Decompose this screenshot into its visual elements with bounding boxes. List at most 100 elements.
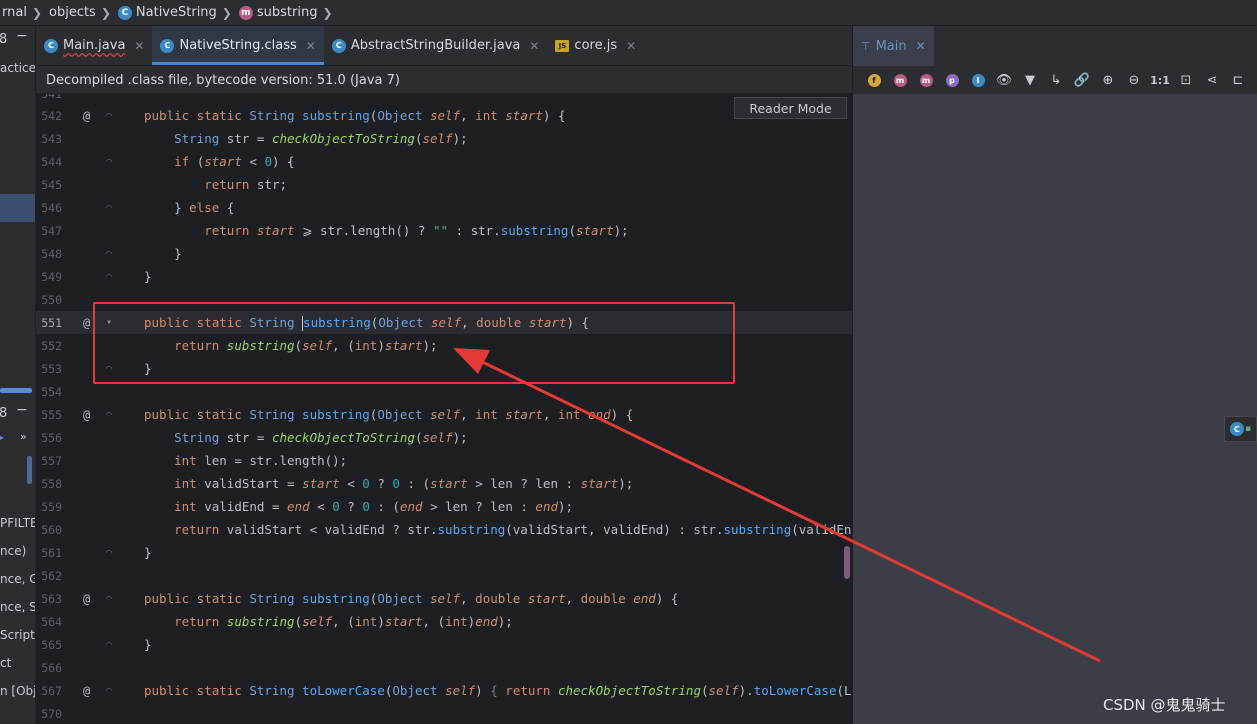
chevron-right-icon: ❯	[100, 5, 111, 20]
close-icon[interactable]: ✕	[306, 39, 316, 53]
tab-abstractstringbuilder-java[interactable]: C AbstractStringBuilder.java ✕	[324, 26, 548, 65]
tab-core-js[interactable]: JS core.js ✕	[547, 26, 644, 65]
panel-toggle-icon[interactable]: ▸	[0, 430, 4, 444]
diagram-panel-header: ⊤ Main ✕	[852, 26, 1257, 66]
fold-icon[interactable]: ⌒	[106, 202, 112, 213]
properties-filter-button[interactable]: p	[939, 70, 965, 90]
override-icon[interactable]: @	[83, 316, 90, 330]
structure-item[interactable]: n [Obj	[0, 684, 35, 698]
close-icon[interactable]: ✕	[529, 39, 539, 53]
tab-main-diagram[interactable]: ⊤ Main ✕	[853, 26, 934, 66]
fold-icon[interactable]: ⌒	[106, 639, 112, 650]
diagram-canvas[interactable]	[852, 94, 1257, 724]
fields-filter-button[interactable]: f	[861, 70, 887, 90]
code-line[interactable]: 564 return substring(self, (int)start, (…	[36, 610, 852, 633]
override-icon[interactable]: @	[83, 684, 90, 698]
share-icon[interactable]: ⋖	[1199, 70, 1225, 90]
structure-item[interactable]: ct	[0, 656, 11, 670]
breadcrumb-item-objects[interactable]: objects ❯	[49, 5, 114, 20]
constructors-filter-button[interactable]: m	[913, 70, 939, 90]
code-line[interactable]: 570	[36, 702, 852, 724]
code-line[interactable]: 549 ⌒ }	[36, 265, 852, 288]
zoom-out-icon[interactable]: ⊖	[1121, 70, 1147, 90]
code-line[interactable]: 567 @ ⌒ public static String toLowerCase(O…	[36, 679, 852, 702]
filter-icon[interactable]: ▼	[1017, 70, 1043, 90]
fit-icon[interactable]: ⊡	[1173, 70, 1199, 90]
override-icon[interactable]: @	[83, 408, 90, 422]
close-icon[interactable]: ✕	[626, 39, 636, 53]
vertical-scrollbar[interactable]	[27, 456, 32, 484]
project-tree-item[interactable]: actice	[0, 61, 35, 75]
chevron-double-icon[interactable]: »	[20, 430, 27, 443]
code-line[interactable]: 548 ⌒ }	[36, 242, 852, 265]
gear-icon[interactable]: 8	[0, 406, 7, 421]
code-line[interactable]: 558 int validStart = start < 0 ? 0 : (st…	[36, 472, 852, 495]
chevron-icon[interactable]: 8	[0, 32, 7, 47]
code-line[interactable]: 543 String str = checkObjectToString(sel…	[36, 127, 852, 150]
code-line[interactable]: 566	[36, 656, 852, 679]
chevron-right-icon: ❯	[322, 5, 333, 20]
fold-icon[interactable]: ⌒	[106, 593, 112, 604]
structure-item[interactable]: nce, G	[0, 572, 35, 586]
decompiled-info-bar: Decompiled .class file, bytecode version…	[36, 67, 852, 94]
code-line[interactable]: 547 return start ⩾ str.length() ? "" : s…	[36, 219, 852, 242]
selected-tree-row[interactable]	[0, 194, 35, 222]
override-icon[interactable]: @	[83, 109, 90, 123]
class-node-icon[interactable]: C ▪	[1224, 416, 1257, 442]
actual-size-button[interactable]: 1:1	[1147, 70, 1173, 90]
tab-nativestring-class[interactable]: C NativeString.class ✕	[152, 26, 325, 65]
fold-icon[interactable]: ⌒	[106, 110, 112, 121]
fold-icon[interactable]: ⌒	[106, 409, 112, 420]
override-icon[interactable]: @	[83, 592, 90, 606]
eye-icon[interactable]: 👁	[991, 70, 1017, 90]
close-icon[interactable]: ✕	[916, 39, 926, 53]
link-icon[interactable]: 🔗	[1069, 70, 1095, 90]
expand-icon[interactable]: ⊏	[1225, 70, 1251, 90]
diagram-icon: ⊤	[861, 39, 871, 53]
code-line[interactable]: 559 int validEnd = end < 0 ? 0 : (end > …	[36, 495, 852, 518]
structure-item[interactable]: PFILTE	[0, 516, 35, 530]
java-class-icon: C	[44, 38, 58, 53]
code-line[interactable]: 544 ⌒ if (start < 0) {	[36, 150, 852, 173]
horizontal-scrollbar[interactable]	[0, 388, 32, 393]
structure-item[interactable]: nce, S	[0, 600, 35, 614]
editor-vertical-scrollbar[interactable]	[844, 546, 850, 579]
minus-icon[interactable]: −	[16, 28, 28, 44]
code-line[interactable]: 556 String str = checkObjectToString(sel…	[36, 426, 852, 449]
fold-icon[interactable]: ⌒	[106, 248, 112, 259]
hierarchy-icon[interactable]: ↳	[1043, 70, 1069, 90]
breadcrumb: rnal ❯ objects ❯ C NativeString ❯ m substring…	[0, 0, 1257, 26]
inner-classes-filter-button[interactable]: I	[965, 70, 991, 90]
code-line[interactable]: 561 ⌒ }	[36, 541, 852, 564]
code-line[interactable]: 555 @ ⌒ public static String substring(Obj…	[36, 403, 852, 426]
methods-filter-button[interactable]: m	[887, 70, 913, 90]
breadcrumb-item-rnal[interactable]: rnal ❯	[2, 5, 45, 20]
breadcrumb-item-substring[interactable]: m substring ❯	[238, 5, 336, 20]
structure-item[interactable]: nce)	[0, 544, 26, 558]
code-line[interactable]: 542 @ ⌒ public static String substring(Obj…	[36, 104, 852, 127]
code-line[interactable]: 562	[36, 564, 852, 587]
code-line[interactable]: 560 return validStart < validEnd ? str.s…	[36, 518, 852, 541]
code-line[interactable]: 565 ⌒ }	[36, 633, 852, 656]
code-line[interactable]: 545 return str;	[36, 173, 852, 196]
fold-icon[interactable]: ⌒	[106, 156, 112, 167]
code-line[interactable]: 563 @ ⌒ public static String substring(Obj…	[36, 587, 852, 610]
class-icon: C	[117, 5, 132, 20]
fold-icon[interactable]: ⌒	[106, 685, 112, 696]
breadcrumb-item-nativestring[interactable]: C NativeString ❯	[117, 5, 235, 20]
code-line[interactable]: 546 ⌒ } else {	[36, 196, 852, 219]
close-icon[interactable]: ✕	[134, 39, 144, 53]
fold-icon[interactable]: ⌒	[106, 271, 112, 282]
minus-icon[interactable]: −	[16, 402, 28, 418]
method-icon: m	[238, 5, 253, 20]
tab-main-java[interactable]: C Main.java ✕	[36, 26, 152, 65]
structure-item[interactable]: ScriptC	[0, 628, 35, 642]
diagram-toolbar: f m m p I 👁 ▼ ↳ 🔗 ⊕ ⊖ 1:1 ⊡ ⋖ ⊏	[852, 66, 1257, 94]
decompiled-class-icon: C	[160, 38, 175, 53]
fold-icon[interactable]: ⌒	[106, 547, 112, 558]
code-line[interactable]: 557 int len = str.length();	[36, 449, 852, 472]
lock-icon: ▪	[1244, 424, 1252, 434]
editor-tab-bar: C Main.java ✕ C NativeString.class ✕ C A…	[36, 26, 852, 66]
code-editor[interactable]: Reader Mode 541 542@⌒ public static Stri…	[36, 94, 852, 724]
zoom-in-icon[interactable]: ⊕	[1095, 70, 1121, 90]
